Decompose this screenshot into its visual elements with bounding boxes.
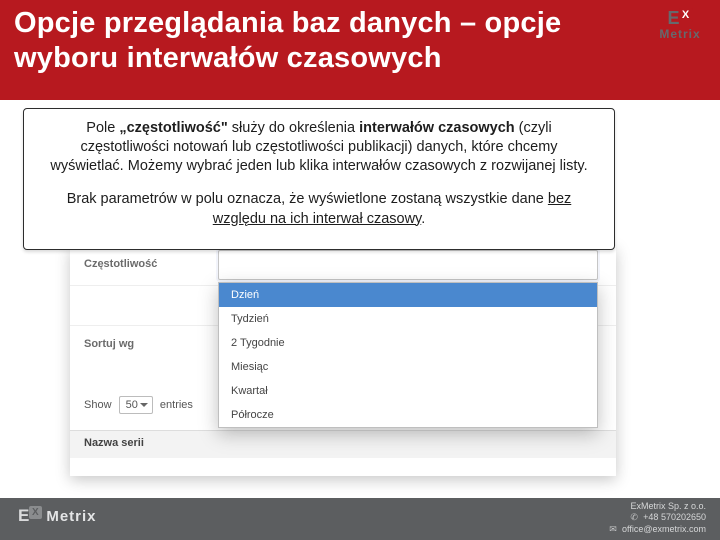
term-intervals: interwałów czasowych: [359, 120, 515, 136]
brand-sub: Metrix: [650, 27, 710, 41]
column-series-name: Nazwa serii: [84, 437, 144, 449]
footer-phone: +48 570202650: [643, 512, 706, 522]
entries-value: 50: [126, 399, 138, 411]
phone-icon: ✆: [629, 512, 639, 523]
frequency-option-halfyear[interactable]: Półrocze: [219, 403, 597, 427]
text-fragment: służy do określenia: [228, 120, 359, 136]
show-label: Show: [84, 399, 112, 411]
frequency-label: Częstotliwość: [84, 258, 157, 270]
footer-brand-m: Metrix: [46, 508, 96, 525]
slide-footer: EXMetrix ExMetrix Sp. z o.o. ✆+48 570202…: [0, 498, 720, 540]
text-fragment: Pole: [86, 120, 119, 136]
footer-email: office@exmetrix.com: [622, 524, 706, 534]
brand-logo-top: EX Metrix: [650, 8, 710, 41]
slide: Opcje przeglądania baz danych – opcje wy…: [0, 0, 720, 540]
entries-select[interactable]: 50: [119, 396, 153, 414]
explanation-paragraph-2: Brak parametrów w polu oznacza, że wyświ…: [42, 190, 596, 228]
brand-x-badge: X: [679, 8, 693, 22]
footer-company: ExMetrix Sp. z o.o.: [608, 501, 706, 512]
slide-title: Opcje przeglądania baz danych – opcje wy…: [14, 6, 594, 76]
explanation-callout: Pole „częstotliwość" służy do określenia…: [23, 108, 615, 250]
footer-logo: EXMetrix: [18, 506, 97, 526]
mail-icon: ✉: [608, 524, 618, 535]
frequency-select[interactable]: [218, 250, 598, 280]
frequency-option-month[interactable]: Miesiąc: [219, 355, 597, 379]
footer-contact: ExMetrix Sp. z o.o. ✆ +48 570202650 ✉ offi…: [608, 501, 706, 535]
app-screenshot: ones industrial average indexes Częstotl…: [70, 246, 616, 476]
frequency-option-day[interactable]: Dzień: [219, 283, 597, 307]
table-header-row: Nazwa serii: [70, 430, 616, 458]
slide-header: Opcje przeglądania baz danych – opcje wy…: [0, 0, 720, 100]
entries-label: entries: [160, 399, 193, 411]
explanation-paragraph-1: Pole „częstotliwość" służy do określenia…: [42, 119, 596, 176]
frequency-row: Częstotliwość Dzień Tydzień 2 Tygodnie M…: [70, 246, 616, 286]
sort-label: Sortuj wg: [84, 338, 134, 350]
pagination-length: Show 50 entries: [84, 396, 193, 414]
frequency-option-2weeks[interactable]: 2 Tygodnie: [219, 331, 597, 355]
brand-e: E: [667, 8, 680, 29]
term-frequency: „częstotliwość": [119, 120, 227, 136]
frequency-option-week[interactable]: Tydzień: [219, 307, 597, 331]
text-fragment: Brak parametrów w polu oznacza, że wyświ…: [67, 191, 548, 207]
frequency-dropdown[interactable]: Dzień Tydzień 2 Tygodnie Miesiąc Kwartał…: [218, 282, 598, 428]
text-fragment: .: [421, 211, 425, 227]
frequency-option-quarter[interactable]: Kwartał: [219, 379, 597, 403]
footer-brand-x: X: [29, 506, 42, 519]
